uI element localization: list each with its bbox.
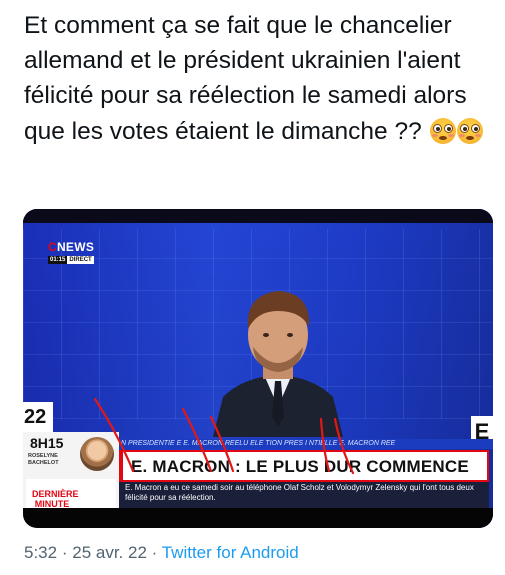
separator-dot: · — [151, 543, 158, 562]
flushed-face-emoji-icon — [456, 117, 483, 144]
tweet-time: 5:32 — [24, 543, 58, 562]
separator-dot: · — [61, 543, 68, 562]
news-ticker: N PRESIDENTIE E E. MACRON REELU ELE TION… — [119, 439, 493, 449]
presenter-figure — [213, 291, 343, 437]
flushed-face-emoji-icon — [429, 117, 456, 144]
anchor-avatar — [80, 437, 114, 471]
tweet-body: Et comment ça se fait que le chancelier … — [24, 12, 467, 145]
headline-banner: E. MACRON : LE PLUS DUR COMMENCE — [119, 450, 489, 482]
tweet-media-image[interactable]: CNEWS 01:15 DIRECT 22 E 8H15 ROSELYNE BAC… — [23, 209, 493, 528]
breaking-news-label: DERNIÈRE MINUTE — [32, 489, 79, 509]
tv-top-border — [23, 209, 493, 223]
tweet-date[interactable]: 25 avr. 22 — [72, 543, 147, 562]
broadcast-clock: 01:15 — [48, 256, 68, 264]
tweet-source-link[interactable]: Twitter for Android — [162, 543, 299, 562]
tweet-metadata: 5:32 · 25 avr. 22 · Twitter for Android — [24, 543, 299, 563]
channel-number-tile: 22 — [23, 402, 53, 432]
show-time: 8H15 — [30, 435, 64, 451]
subtitle-text: E. Macron a eu ce samedi soir au télépho… — [125, 483, 474, 502]
tv-bottom-border — [23, 508, 493, 528]
anchor-name: ROSELYNE BACHELOT — [28, 453, 59, 466]
headline-text: E. MACRON : LE PLUS DUR COMMENCE — [131, 457, 469, 476]
tweet-text: Et comment ça se fait que le chancelier … — [24, 8, 486, 149]
live-badge: DIRECT — [67, 256, 94, 264]
cnews-logo: CNEWS 01:15 DIRECT — [48, 240, 95, 264]
